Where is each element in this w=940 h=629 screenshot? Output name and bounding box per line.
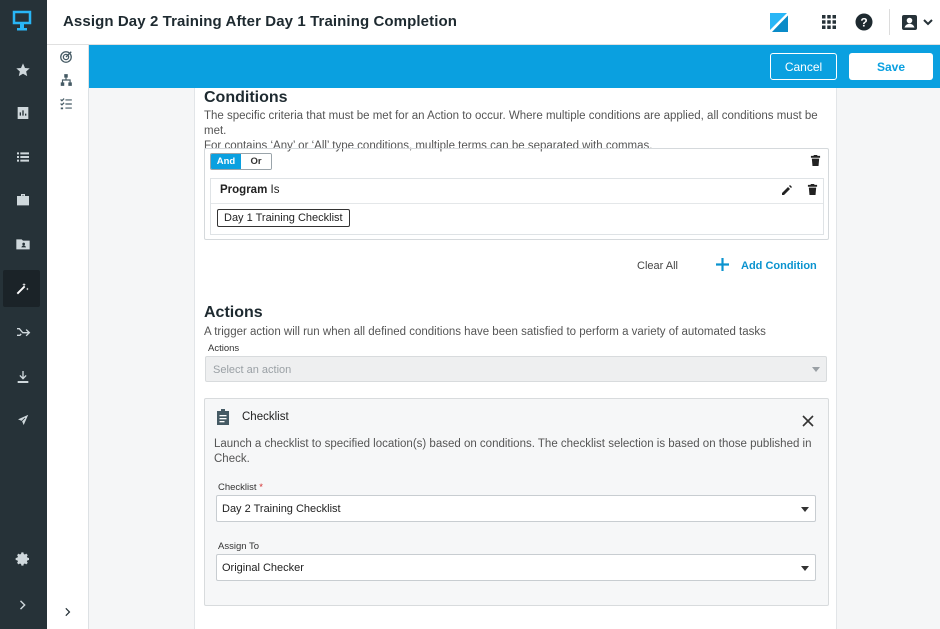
brand-logo-icon[interactable] xyxy=(769,12,789,32)
plus-icon xyxy=(716,258,729,274)
card-description-line-1: Launch a checklist to specified location… xyxy=(214,438,812,450)
chevron-right-icon[interactable] xyxy=(61,605,75,622)
save-button[interactable]: Save xyxy=(849,53,933,80)
add-condition-button[interactable]: Add Condition xyxy=(716,258,817,274)
actions-select-label: Actions xyxy=(208,343,240,354)
assign-to-label: Assign To xyxy=(218,541,260,552)
condition-rule-text: Program Is xyxy=(220,184,279,196)
chevron-down-icon xyxy=(801,507,809,512)
condition-group: And Or Program Is Day 1 Training Checkli… xyxy=(204,148,829,240)
target-icon[interactable] xyxy=(59,50,75,66)
user-menu-icon[interactable] xyxy=(900,12,934,32)
actions-description: A trigger action will run when all defin… xyxy=(204,326,766,338)
clipboard-icon xyxy=(216,409,230,428)
action-select: Select an action xyxy=(205,356,827,382)
clear-all-button[interactable]: Clear All xyxy=(637,260,678,272)
header-divider xyxy=(889,9,890,35)
chevron-down-icon xyxy=(812,367,820,372)
edit-icon[interactable] xyxy=(781,184,793,199)
conditions-heading: Conditions xyxy=(204,89,288,106)
secondary-nav xyxy=(47,45,89,629)
chevron-down-icon xyxy=(801,566,809,571)
add-condition-label: Add Condition xyxy=(741,260,817,272)
toggle-and[interactable]: And xyxy=(211,154,241,169)
required-marker: * xyxy=(259,482,263,493)
top-header: Assign Day 2 Training After Day 1 Traini… xyxy=(47,0,940,45)
help-icon[interactable]: ? xyxy=(854,12,874,32)
and-or-toggle: And Or xyxy=(210,153,272,170)
page-title: Assign Day 2 Training After Day 1 Traini… xyxy=(63,13,457,30)
checklist-select-value: Day 2 Training Checklist xyxy=(222,503,341,515)
checklist-action-card: Checklist Launch a checklist to specifie… xyxy=(204,398,829,606)
star-icon[interactable] xyxy=(11,58,35,82)
apps-grid-icon[interactable] xyxy=(819,12,839,32)
logo-icon[interactable] xyxy=(12,10,34,32)
magic-wand-icon[interactable] xyxy=(3,270,40,307)
card-description-line-2: Check. xyxy=(214,453,250,465)
card-description: Launch a checklist to specified location… xyxy=(214,437,814,467)
actions-heading: Actions xyxy=(204,304,263,321)
gear-icon[interactable] xyxy=(11,547,35,571)
card-title: Checklist xyxy=(242,411,289,423)
condition-value-chip[interactable]: Day 1 Training Checklist xyxy=(217,209,350,227)
action-bar: Cancel Save xyxy=(89,45,940,88)
checklist-select[interactable]: Day 2 Training Checklist xyxy=(216,495,816,522)
cancel-button[interactable]: Cancel xyxy=(770,53,837,80)
trigger-editor-panel: Conditions The specific criteria that mu… xyxy=(194,88,837,629)
delete-group-icon[interactable] xyxy=(810,155,821,169)
checklist-label: Checklist * xyxy=(218,482,263,493)
condition-field: Program xyxy=(220,184,268,196)
hierarchy-icon[interactable] xyxy=(59,73,75,89)
svg-text:?: ? xyxy=(860,16,867,30)
reports-icon[interactable] xyxy=(11,101,35,125)
rule-divider xyxy=(211,203,823,204)
checklist-label-text: Checklist xyxy=(218,482,257,493)
assign-to-select[interactable]: Original Checker xyxy=(216,554,816,581)
left-nav-rail xyxy=(0,0,47,629)
condition-rule: Program Is Day 1 Training Checklist xyxy=(210,178,824,235)
action-select-placeholder: Select an action xyxy=(213,364,292,376)
send-icon[interactable] xyxy=(11,408,35,432)
checklist-icon[interactable] xyxy=(59,97,75,113)
folder-user-icon[interactable] xyxy=(11,232,35,256)
download-icon[interactable] xyxy=(11,365,35,389)
chevron-right-icon[interactable] xyxy=(11,593,35,617)
delete-rule-icon[interactable] xyxy=(807,184,818,198)
assign-to-select-value: Original Checker xyxy=(222,562,304,574)
list-icon[interactable] xyxy=(11,145,35,169)
merge-arrow-icon[interactable] xyxy=(11,320,35,344)
conditions-description-line-1: The specific criteria that must be met f… xyxy=(204,110,818,137)
briefcase-icon[interactable] xyxy=(11,188,35,212)
close-icon[interactable] xyxy=(802,415,814,430)
condition-operator: Is xyxy=(270,184,280,196)
toggle-or[interactable]: Or xyxy=(241,154,271,169)
